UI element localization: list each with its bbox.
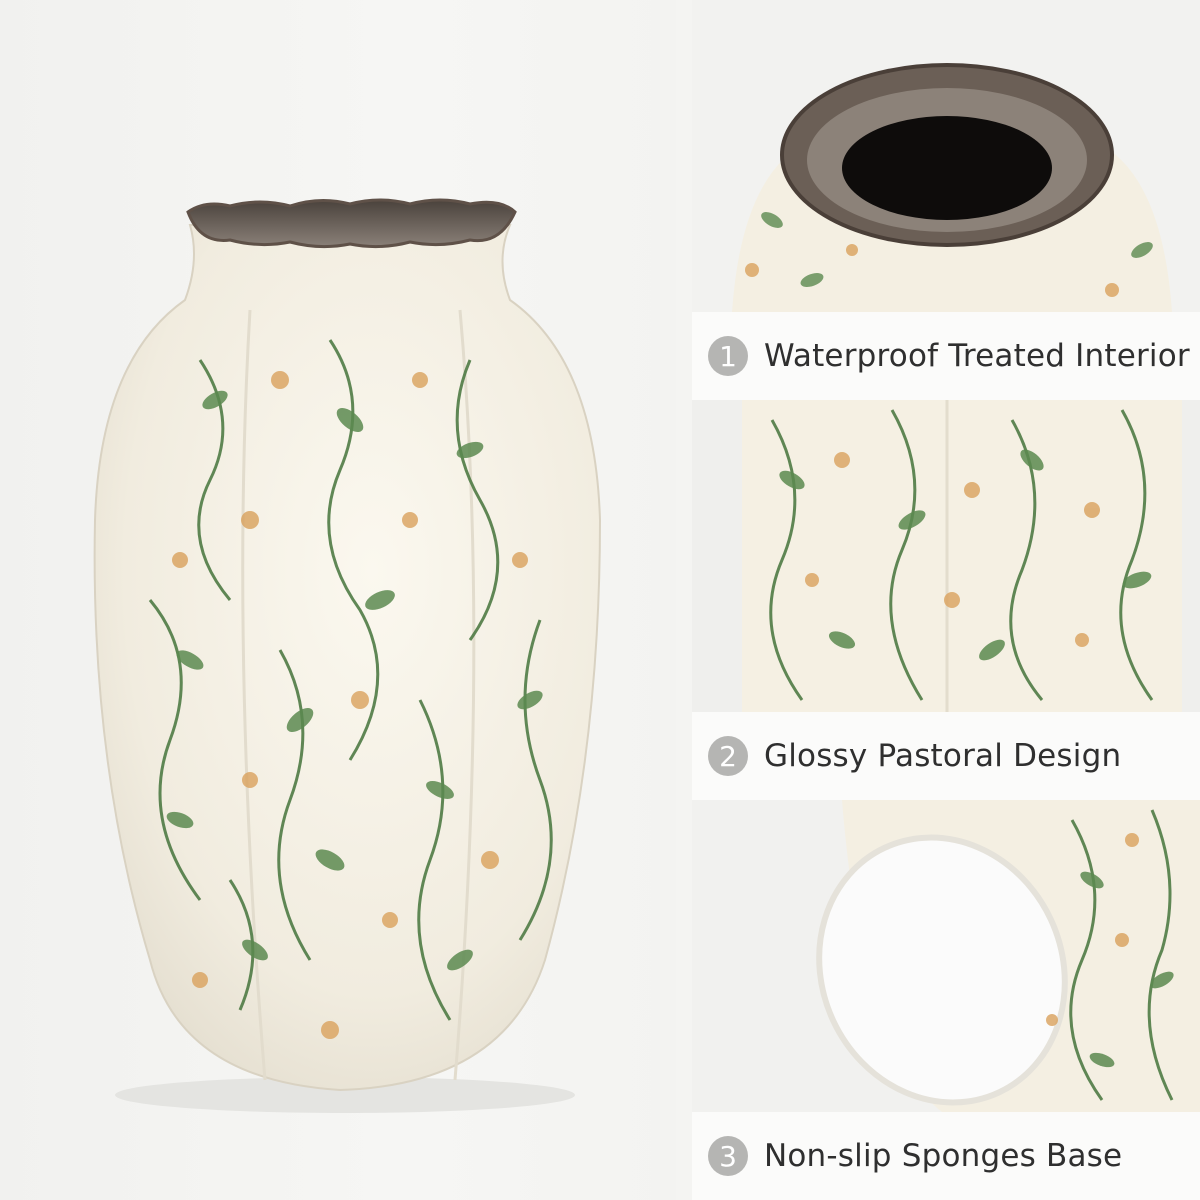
feature-caption-1: 1 Waterproof Treated Interior <box>692 312 1200 400</box>
vase-base-illustration <box>692 800 1200 1112</box>
detail-photo-base <box>692 800 1200 1112</box>
pattern-closeup-illustration <box>692 400 1200 712</box>
number-badge: 3 <box>708 1136 748 1176</box>
main-vase-photo <box>0 0 676 1200</box>
number-badge: 1 <box>708 336 748 376</box>
number-badge: 2 <box>708 736 748 776</box>
feature-caption-2: 2 Glossy Pastoral Design <box>692 712 1200 800</box>
feature-label: Waterproof Treated Interior <box>764 338 1190 374</box>
vase-illustration <box>93 198 602 1113</box>
vase-opening-illustration <box>692 0 1200 312</box>
detail-photo-pattern <box>692 400 1200 712</box>
vase-rim <box>186 198 517 249</box>
detail-photo-interior <box>692 0 1200 312</box>
feature-caption-3: 3 Non-slip Sponges Base <box>692 1112 1200 1200</box>
feature-label: Non-slip Sponges Base <box>764 1138 1123 1174</box>
feature-label: Glossy Pastoral Design <box>764 738 1122 774</box>
vase-body <box>93 224 602 1092</box>
